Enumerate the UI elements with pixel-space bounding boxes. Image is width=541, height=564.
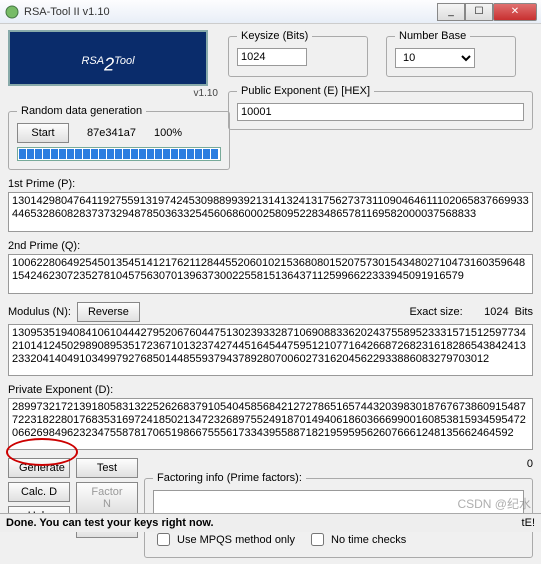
random-percent: 100% xyxy=(154,127,182,139)
titlebar: RSA-Tool II v1.10 _ ☐ ✕ xyxy=(0,0,541,24)
status-right: tE! xyxy=(522,517,535,529)
mpqs-label[interactable]: Use MPQS method only xyxy=(153,530,295,549)
keysize-input[interactable] xyxy=(237,48,307,66)
numbase-group: Number Base 10 xyxy=(386,30,516,77)
notime-checkbox[interactable] xyxy=(311,533,324,546)
test-button[interactable]: Test xyxy=(76,458,138,478)
numbase-select[interactable]: 10 xyxy=(395,48,475,68)
notime-label[interactable]: No time checks xyxy=(307,530,406,549)
pubexp-input[interactable] xyxy=(237,103,524,121)
status-bar: Done. You can test your keys right now. … xyxy=(0,513,541,532)
privexp-value[interactable]: 2899732172139180583132252626837910540458… xyxy=(8,398,533,450)
app-icon xyxy=(4,4,20,20)
random-seed: 87e341a7 xyxy=(87,127,136,139)
modulus-label: Modulus (N): xyxy=(8,306,71,318)
modulus-value[interactable]: 1309535194084106104442795206760447513023… xyxy=(8,324,533,376)
watermark: CSDN @纪水 xyxy=(457,495,531,512)
close-button[interactable]: ✕ xyxy=(493,3,537,21)
factor-zero: 0 xyxy=(144,458,533,470)
keysize-group: Keysize (Bits) xyxy=(228,30,368,77)
version-label: v1.10 xyxy=(8,88,218,99)
maximize-button[interactable]: ☐ xyxy=(465,3,493,21)
minimize-button[interactable]: _ xyxy=(437,3,465,21)
factoring-legend: Factoring info (Prime factors): xyxy=(153,472,306,484)
exact-size-value: 1024 xyxy=(469,306,509,318)
generate-button[interactable]: Generate xyxy=(8,458,70,478)
prime-p-label: 1st Prime (P): xyxy=(8,178,533,190)
calcd-button[interactable]: Calc. D xyxy=(8,482,70,502)
prime-q-value[interactable]: 1006228064925450135451412176211284455206… xyxy=(8,254,533,294)
keysize-legend: Keysize (Bits) xyxy=(237,30,312,42)
factorn-button[interactable]: Factor N xyxy=(76,482,138,514)
reverse-button[interactable]: Reverse xyxy=(77,302,140,322)
pubexp-legend: Public Exponent (E) [HEX] xyxy=(237,85,374,97)
prime-p-value[interactable]: 1301429804764119275591319742453098899392… xyxy=(8,192,533,232)
mpqs-checkbox[interactable] xyxy=(157,533,170,546)
start-button[interactable]: Start xyxy=(17,123,69,143)
progress-bar xyxy=(17,147,221,161)
bits-label: Bits xyxy=(515,306,533,318)
status-text: Done. You can test your keys right now. xyxy=(6,517,214,529)
random-group: Random data generation Start 87e341a7 10… xyxy=(8,105,230,170)
exact-size-label: Exact size: xyxy=(409,306,462,318)
window-buttons: _ ☐ ✕ xyxy=(437,3,537,21)
window-title: RSA-Tool II v1.10 xyxy=(24,6,437,18)
numbase-legend: Number Base xyxy=(395,30,470,42)
prime-q-label: 2nd Prime (Q): xyxy=(8,240,533,252)
pubexp-group: Public Exponent (E) [HEX] xyxy=(228,85,533,130)
random-legend: Random data generation xyxy=(17,105,146,117)
privexp-label: Private Exponent (D): xyxy=(8,384,533,396)
app-logo: RSA2Tool xyxy=(8,30,208,86)
